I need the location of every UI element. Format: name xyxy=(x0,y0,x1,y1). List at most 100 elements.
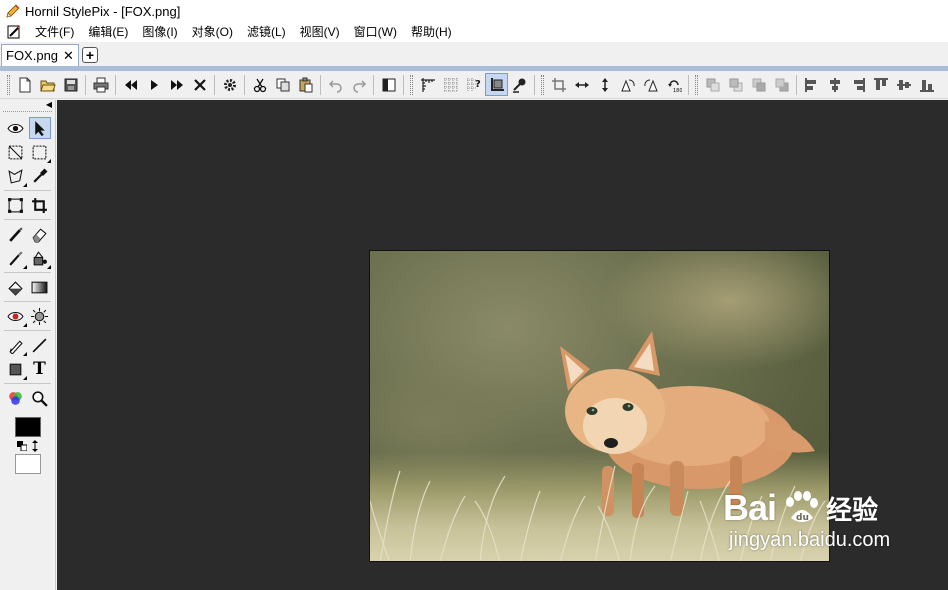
red-eye-icon[interactable] xyxy=(5,305,27,327)
align-top-icon[interactable] xyxy=(869,73,892,96)
eye-view-icon[interactable] xyxy=(5,117,27,139)
rect-select-icon[interactable] xyxy=(29,141,51,163)
crop-icon[interactable] xyxy=(547,73,570,96)
svg-text:?: ? xyxy=(475,79,481,90)
arrange-backward-icon[interactable] xyxy=(747,73,770,96)
fill-bucket-icon[interactable] xyxy=(29,247,51,269)
cut-icon[interactable] xyxy=(248,73,271,96)
menu-bar: 文件(F) 编辑(E) 图像(I) 对象(O) 滤镜(L) 视图(V) 窗口(W… xyxy=(0,22,948,42)
window-title: Hornil StylePix - [FOX.png] xyxy=(25,3,181,19)
menu-help[interactable]: 帮助(H) xyxy=(404,22,459,42)
rotate-left-icon[interactable] xyxy=(616,73,639,96)
eyedropper-icon[interactable] xyxy=(29,165,51,187)
shape-icon[interactable] xyxy=(5,358,27,380)
add-tab-button[interactable]: + xyxy=(81,47,98,63)
foreground-color-swatch[interactable] xyxy=(14,417,41,437)
menu-file[interactable]: 文件(F) xyxy=(28,22,81,42)
toolbar-separator xyxy=(373,74,374,95)
zoom-icon[interactable] xyxy=(29,387,51,409)
main-toolbar: ? 180 xyxy=(0,71,948,99)
batch-gear-icon[interactable] xyxy=(218,73,241,96)
ruler-icon[interactable] xyxy=(416,73,439,96)
align-middle-icon[interactable] xyxy=(892,73,915,96)
tool-panel-header[interactable]: ◀ xyxy=(3,100,52,112)
align-center-icon[interactable] xyxy=(823,73,846,96)
copy-icon[interactable] xyxy=(271,73,294,96)
color-balance-icon[interactable] xyxy=(5,387,27,409)
pointer-icon[interactable] xyxy=(28,117,51,139)
play-icon[interactable] xyxy=(142,73,165,96)
tab-close-icon[interactable]: ✕ xyxy=(63,49,74,62)
tool-separator xyxy=(4,219,51,220)
paste-icon[interactable] xyxy=(294,73,317,96)
clone-stamp-icon[interactable] xyxy=(5,247,27,269)
tool-separator xyxy=(4,190,51,191)
collapse-arrow-icon[interactable]: ◀ xyxy=(46,100,52,109)
lasso-icon[interactable] xyxy=(5,165,27,187)
menu-object[interactable]: 对象(O) xyxy=(185,22,240,42)
first-icon[interactable] xyxy=(119,73,142,96)
arrange-forward-icon[interactable] xyxy=(724,73,747,96)
align-bottom-icon[interactable] xyxy=(915,73,938,96)
toolbar-grip[interactable] xyxy=(7,74,10,95)
new-icon[interactable] xyxy=(13,73,36,96)
rotate-right-icon[interactable] xyxy=(639,73,662,96)
swap-colors-icon[interactable] xyxy=(31,440,39,452)
tool-separator xyxy=(4,301,51,302)
arrange-back-icon[interactable] xyxy=(770,73,793,96)
paint-bucket-icon[interactable] xyxy=(5,276,27,298)
brightness-icon[interactable] xyxy=(29,305,51,327)
align-right-icon[interactable] xyxy=(846,73,869,96)
background-color-swatch[interactable] xyxy=(14,454,41,474)
toolbar-separator xyxy=(403,74,404,95)
menu-window[interactable]: 窗口(W) xyxy=(347,22,404,42)
document-tab-bar: FOX.png ✕ + xyxy=(0,42,948,66)
toolbar-separator xyxy=(320,74,321,95)
toolbar-grip[interactable] xyxy=(695,74,698,95)
watermark-chinese-text: 经验 xyxy=(826,494,879,525)
pen-icon[interactable] xyxy=(5,334,27,356)
tab-label: FOX.png xyxy=(6,48,59,63)
tool-separator xyxy=(4,383,51,384)
rotate-180-icon[interactable]: 180 xyxy=(662,73,685,96)
tool-panel: ◀ T xyxy=(0,100,56,590)
flip-horizontal-icon[interactable] xyxy=(570,73,593,96)
text-icon[interactable]: T xyxy=(29,358,51,380)
crop-tool-icon[interactable] xyxy=(29,194,51,216)
arrange-front-icon[interactable] xyxy=(701,73,724,96)
menu-image[interactable]: 图像(I) xyxy=(135,22,184,42)
document-edit-icon[interactable] xyxy=(6,24,22,40)
undo-icon[interactable] xyxy=(324,73,347,96)
eraser-icon[interactable] xyxy=(29,223,51,245)
flip-vertical-icon[interactable] xyxy=(593,73,616,96)
save-icon[interactable] xyxy=(59,73,82,96)
close-icon[interactable] xyxy=(188,73,211,96)
gradient-icon[interactable] xyxy=(29,276,51,298)
watermark-url: jingyan.baidu.com xyxy=(729,529,891,551)
toolbar-grip[interactable] xyxy=(541,74,544,95)
align-left-icon[interactable] xyxy=(800,73,823,96)
menu-view[interactable]: 视图(V) xyxy=(293,22,347,42)
reset-colors-icon[interactable] xyxy=(16,441,27,451)
menu-filter[interactable]: 滤镜(L) xyxy=(240,22,293,42)
menu-edit[interactable]: 编辑(E) xyxy=(81,22,135,42)
transform-icon[interactable] xyxy=(5,194,27,216)
toolbar-grip[interactable] xyxy=(410,74,413,95)
print-icon[interactable] xyxy=(89,73,112,96)
snap-icon[interactable]: ? xyxy=(462,73,485,96)
line-icon[interactable] xyxy=(29,334,51,356)
panel-toggle-icon[interactable] xyxy=(377,73,400,96)
redo-icon[interactable] xyxy=(347,73,370,96)
grid-icon[interactable] xyxy=(439,73,462,96)
fast-forward-icon[interactable] xyxy=(165,73,188,96)
guide-icon[interactable] xyxy=(485,73,508,96)
open-icon[interactable] xyxy=(36,73,59,96)
tab-fox-png[interactable]: FOX.png ✕ xyxy=(1,44,79,66)
toolbar-separator xyxy=(244,74,245,95)
app-pencil-icon xyxy=(6,4,20,18)
app-window: Hornil StylePix - [FOX.png] 文件(F) 编辑(E) … xyxy=(0,0,948,590)
brush-icon[interactable] xyxy=(5,223,27,245)
pin-icon[interactable] xyxy=(508,73,531,96)
free-select-icon[interactable] xyxy=(5,141,27,163)
baidu-jingyan-watermark: Bai du 经验 jingyan.baidu.com xyxy=(723,487,938,572)
